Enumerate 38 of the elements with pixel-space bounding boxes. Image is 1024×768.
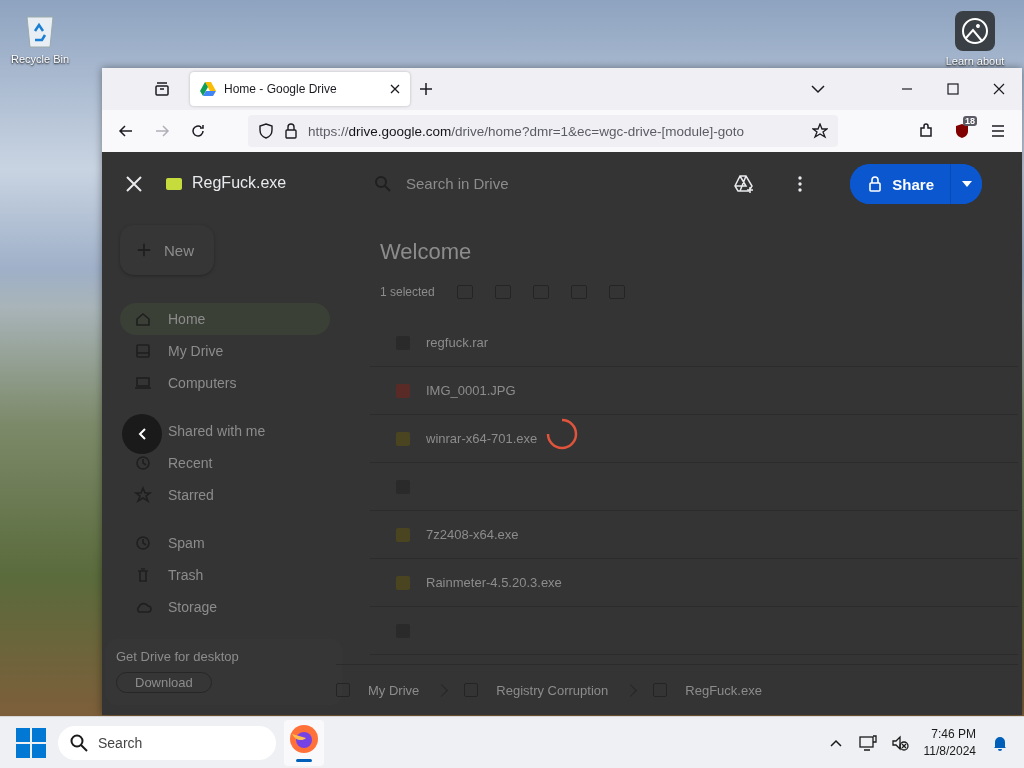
breadcrumb-item[interactable]: RegFuck.exe [685,682,762,698]
clock-date: 11/8/2024 [923,744,976,758]
promo-title: Get Drive for desktop [116,649,240,664]
file-name: IMG_0001.JPG [426,383,516,398]
extension-button[interactable]: 18 [946,115,978,147]
nav-item[interactable]: Recent [120,447,330,479]
file-name: winrar-x64-701.exe [426,431,538,446]
file-row[interactable]: regfuck.rar [370,319,1018,367]
new-button[interactable]: New [120,225,214,275]
nav-item[interactable]: Home [120,303,330,335]
file-name: regfuck.rar [426,335,489,350]
file-name: Rainmeter-4.5.20.3.exe [426,575,562,590]
taskbar-search-field[interactable]: Search [58,725,276,760]
selection-count: 1 selected [380,285,435,299]
file-row[interactable]: IMG_0001.JPG [370,367,1018,415]
nav-item[interactable]: My Drive [120,335,330,367]
nav-item[interactable]: Spam [120,527,330,559]
file-name: 7z2408-x64.exe [426,527,519,542]
file-title: RegFuck.exe [192,174,287,192]
search-field[interactable]: Search in Drive [360,161,754,206]
breadcrumb-item[interactable]: Registry Corruption [496,682,609,698]
nav-item[interactable]: Starred [120,479,330,511]
page-heading: Welcome [380,239,473,265]
nav-item[interactable]: Computers [120,367,330,399]
extension-badge: 18 [963,116,977,126]
browser-tab[interactable]: Home - Google Drive [190,72,410,106]
search-placeholder: Search in Drive [406,175,509,192]
file-row[interactable]: winrar-x64-701.exe [370,415,1018,463]
file-row[interactable]: Rainmeter-4.5.20.3.exe [370,559,1018,607]
breadcrumb-item[interactable]: My Drive [368,682,420,698]
address-bar[interactable]: https://drive.google.com/drive/home?dmr=1&ec=wgc-drive-[module]-goto [248,115,838,147]
nav-item[interactable]: Trash [120,559,330,591]
clock-time: 7:46 PM [931,727,976,741]
clock-button[interactable]: 7:46 PM 11/8/2024 [915,727,984,758]
url-text: https://drive.google.com/drive/home?dmr=1&ec=wgc-drive-[module]-goto [308,123,745,139]
search-placeholder: Search [98,734,143,751]
nav-item[interactable]: Storage [120,591,330,623]
file-row[interactable]: 7z2408-x64.exe [370,511,1018,559]
